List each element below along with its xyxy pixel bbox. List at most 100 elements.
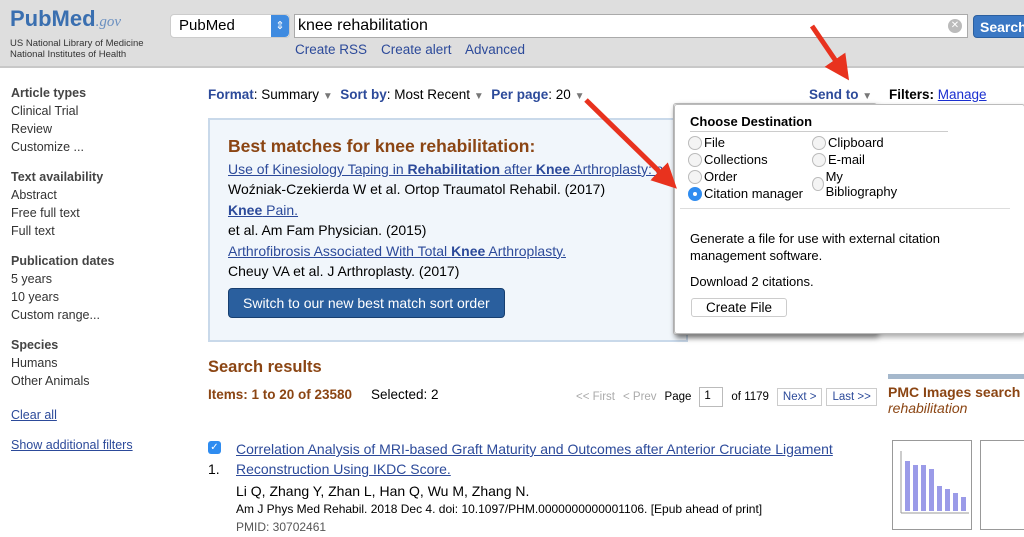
sort-value: Most Recent	[394, 87, 471, 102]
radio-label: Citation manager	[704, 186, 803, 201]
org-sub: National Institutes of Health	[10, 49, 127, 60]
best-match-link[interactable]: Knee Pain.	[228, 202, 298, 218]
caret-down-icon: ▼	[862, 91, 873, 102]
filter-heading: Publication dates	[11, 254, 115, 268]
format-label: Format	[208, 87, 254, 102]
radio-icon	[688, 152, 702, 167]
perpage-value: 20	[555, 87, 571, 102]
b: Rehabilitation	[407, 160, 501, 177]
sort-dropdown[interactable]: Sort by: Most Recent ▼	[340, 87, 483, 102]
pmc-image-thumbnail[interactable]	[980, 440, 1024, 530]
radio-my-bibliography[interactable]: My Bibliography	[812, 169, 900, 199]
filter-item[interactable]: Clinical Trial	[11, 102, 133, 120]
b: Knee	[535, 160, 571, 177]
caret-down-icon: ▼	[473, 91, 484, 102]
filter-item[interactable]: 5 years	[11, 270, 133, 288]
radio-citation-manager[interactable]: Citation manager	[688, 186, 803, 201]
chevron-updown-icon: ⇕	[271, 15, 289, 37]
send-to-panel: Choose Destination File Collections Orde…	[673, 103, 1024, 335]
t: Use of Kinesiology Taping in	[228, 160, 408, 177]
prev-page[interactable]: < Prev	[623, 391, 657, 403]
radio-label: E-mail	[828, 152, 865, 167]
radio-selected-icon	[688, 186, 702, 201]
first-page[interactable]: << First	[576, 391, 615, 403]
radio-icon	[812, 135, 826, 150]
filter-item[interactable]: Customize ...	[11, 138, 133, 156]
pmc-subtitle: rehabilitation	[888, 400, 968, 416]
filter-item[interactable]: Other Animals	[11, 372, 133, 390]
citation-description: Generate a file for use with external ci…	[690, 231, 941, 263]
advanced-link[interactable]: Advanced	[465, 42, 525, 57]
result-checkbox[interactable]: ✓	[208, 441, 221, 454]
show-filters-link[interactable]: Show additional filters	[11, 438, 133, 452]
filter-item[interactable]: 10 years	[11, 288, 133, 306]
radio-clipboard[interactable]: Clipboard	[812, 135, 884, 150]
send-to-dropdown[interactable]: Send to ▼	[809, 87, 872, 102]
pmc-title[interactable]: PMC Images search	[888, 384, 1024, 400]
database-value: PubMed	[179, 17, 235, 34]
filter-item[interactable]: Custom range...	[11, 306, 133, 324]
radio-label: Order	[704, 169, 738, 184]
radio-file[interactable]: File	[688, 135, 725, 150]
logo-suffix: .gov	[95, 14, 121, 30]
create-rss-link[interactable]: Create RSS	[295, 42, 367, 57]
best-match-citation: Woźniak-Czekierda W et al. Ortop Traumat…	[228, 181, 606, 197]
t: after	[500, 160, 536, 177]
clear-icon[interactable]: ✕	[948, 19, 962, 33]
filter-item[interactable]: Review	[11, 120, 133, 138]
caret-down-icon: ▼	[322, 91, 333, 102]
radio-label: Clipboard	[828, 135, 884, 150]
radio-icon	[688, 169, 702, 184]
format-value: Summary	[261, 87, 320, 102]
header: PubMed.gov US National Library of Medici…	[0, 0, 1024, 68]
radio-label: File	[704, 135, 725, 150]
pubmed-logo[interactable]: PubMed.gov	[10, 6, 121, 32]
next-page-button[interactable]: Next >	[776, 388, 823, 406]
send-to-label: Send to	[809, 87, 859, 102]
database-select[interactable]: PubMed ⇕	[170, 14, 290, 38]
radio-icon	[812, 177, 824, 191]
choose-destination-title: Choose Destination	[690, 114, 948, 132]
radio-collections[interactable]: Collections	[688, 152, 768, 167]
result-authors: Li Q, Zhang Y, Zhan L, Han Q, Wu M, Zhan…	[236, 483, 530, 499]
t: Pain.	[262, 201, 299, 218]
b: Knee	[451, 242, 486, 259]
result-title-link[interactable]: Correlation Analysis of MRI-based Graft …	[236, 441, 833, 477]
perpage-dropdown[interactable]: Per page: 20 ▼	[491, 87, 584, 102]
t: Correlation Analysis of MRI-based Graft …	[236, 441, 833, 457]
last-page-button[interactable]: Last >>	[826, 388, 877, 406]
filters-label: Filters:	[889, 87, 935, 102]
best-matches-title: Best matches for knee rehabilitation:	[228, 136, 536, 156]
t: Reconstruction Using IKDC Score.	[236, 461, 451, 477]
filter-heading: Text availability	[11, 170, 104, 184]
t: Arthroplasty.	[485, 242, 566, 259]
page-input[interactable]: 1	[699, 387, 724, 407]
pmc-image-thumbnail[interactable]	[892, 440, 972, 530]
selected-count: Selected: 2	[371, 387, 439, 402]
switch-sort-button[interactable]: Switch to our new best match sort order	[228, 287, 505, 318]
filter-item[interactable]: Humans	[11, 354, 133, 372]
best-match-link[interactable]: Use of Kinesiology Taping in Rehabilitat…	[228, 161, 664, 177]
radio-order[interactable]: Order	[688, 169, 737, 184]
best-match-citation: Cheuy VA et al. J Arthroplasty. (2017)	[228, 263, 460, 279]
clear-all-link[interactable]: Clear all	[11, 408, 57, 422]
radio-email[interactable]: E-mail	[812, 152, 865, 167]
thumbnail-chart-icon	[900, 451, 969, 514]
items-count: Items: 1 to 20 of 23580	[208, 387, 353, 402]
download-count: Download 2 citations.	[690, 274, 814, 289]
t: Arthrofibrosis Associated With Total	[228, 242, 452, 259]
format-dropdown[interactable]: Format: Summary ▼	[208, 87, 333, 102]
best-match-link[interactable]: Arthrofibrosis Associated With Total Kne…	[228, 243, 566, 259]
page-label: Page	[664, 391, 692, 403]
create-file-button[interactable]: Create File	[691, 298, 788, 317]
result-journal: Am J Phys Med Rehabil. 2018 Dec 4. doi: …	[236, 502, 763, 516]
page-total: of 1179	[731, 391, 769, 403]
create-alert-link[interactable]: Create alert	[381, 42, 452, 57]
result-item: ✓ 1. Correlation Analysis of MRI-based G…	[208, 439, 833, 537]
filter-item[interactable]: Abstract	[11, 186, 133, 204]
filter-item[interactable]: Free full text	[11, 204, 133, 222]
filter-item[interactable]: Full text	[11, 222, 133, 240]
result-number: 1.	[208, 461, 220, 477]
search-button[interactable]: Search	[973, 15, 1024, 38]
search-input[interactable]: knee rehabilitation	[294, 14, 968, 38]
